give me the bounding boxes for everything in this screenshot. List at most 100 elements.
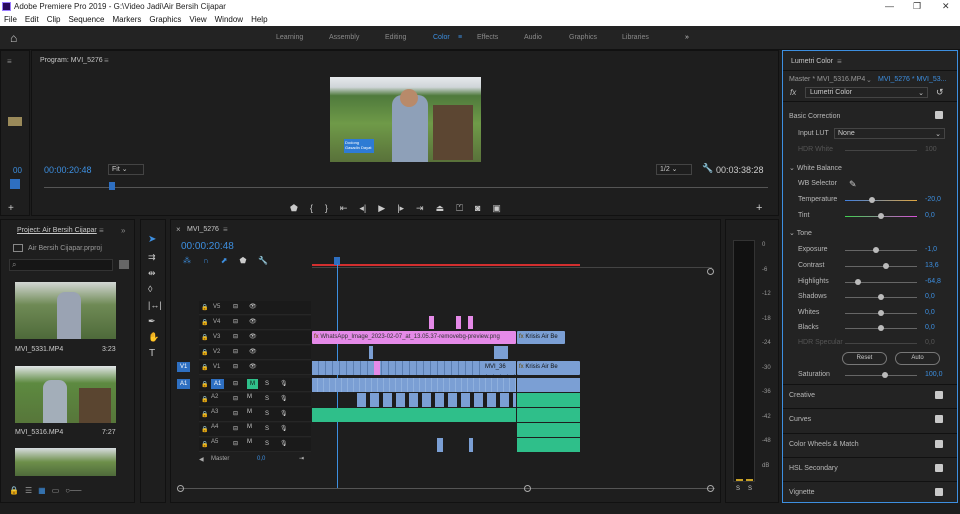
sync-lock-icon[interactable]: ⊟ bbox=[233, 395, 238, 402]
curves-header[interactable]: Curves bbox=[789, 416, 811, 423]
mute-button[interactable]: M bbox=[247, 439, 252, 445]
panel-menu-icon[interactable]: ≡ bbox=[7, 57, 12, 66]
sync-lock-icon[interactable]: ⊟ bbox=[233, 440, 238, 447]
reset-effect-icon[interactable]: ↺ bbox=[936, 87, 944, 98]
lock-icon[interactable]: 🔒 bbox=[201, 364, 208, 371]
lock-icon[interactable]: 🔒 bbox=[201, 319, 208, 326]
master-clip-label[interactable]: Master * MVI_5316.MP4 bbox=[789, 76, 865, 83]
project-search-input[interactable]: ⌕ bbox=[9, 259, 113, 271]
solo-right-button[interactable]: S bbox=[748, 486, 752, 492]
menu-window[interactable]: Window bbox=[215, 15, 243, 24]
sync-lock-icon[interactable]: ⊟ bbox=[233, 363, 238, 370]
shadows-knob[interactable] bbox=[878, 294, 884, 300]
contrast-slider[interactable] bbox=[845, 266, 917, 267]
menu-markers[interactable]: Markers bbox=[113, 15, 142, 24]
contrast-value[interactable]: 13,6 bbox=[925, 262, 939, 269]
sync-lock-icon[interactable]: ⊟ bbox=[233, 410, 238, 417]
eye-icon[interactable]: 👁 bbox=[249, 303, 257, 310]
effect-dropdown[interactable]: Lumetri Color ⌄ bbox=[805, 87, 928, 98]
audio-track-a1-clips[interactable] bbox=[312, 378, 516, 392]
microphone-icon[interactable]: 🎙 bbox=[280, 425, 288, 432]
scroll-start-knob[interactable] bbox=[177, 485, 184, 492]
close-button[interactable]: ✕ bbox=[942, 1, 950, 12]
audio-clip-a3b[interactable] bbox=[517, 408, 580, 422]
master-value[interactable]: 0,0 bbox=[257, 456, 265, 462]
color-wheels-match-checkbox[interactable] bbox=[935, 440, 943, 448]
sequence-clip-label[interactable]: MVI_5276 * MVI_53... bbox=[878, 76, 946, 83]
scroll-end-knob[interactable] bbox=[707, 485, 714, 492]
list-view-icon[interactable]: ☰ bbox=[25, 486, 32, 495]
slip-tool-icon[interactable]: |↔| bbox=[148, 300, 162, 310]
workspace-graphics[interactable]: Graphics bbox=[569, 34, 597, 41]
audio-clip-a1b[interactable] bbox=[517, 378, 580, 392]
track-name-a4[interactable]: A4 bbox=[211, 424, 218, 430]
mute-button[interactable]: M bbox=[247, 424, 252, 430]
exposure-value[interactable]: -1,0 bbox=[925, 246, 937, 253]
color-wheels-match-header[interactable]: Color Wheels & Match bbox=[789, 441, 859, 448]
sync-lock-icon[interactable]: ⊟ bbox=[233, 303, 238, 310]
workspace-editing[interactable]: Editing bbox=[385, 34, 406, 41]
track-name-a5[interactable]: A5 bbox=[211, 439, 218, 445]
exposure-knob[interactable] bbox=[872, 247, 879, 253]
freeform-view-icon[interactable]: ▭ bbox=[52, 486, 60, 495]
workspace-color[interactable]: Color bbox=[433, 34, 450, 41]
close-tab-icon[interactable]: × bbox=[176, 225, 181, 234]
tone-header[interactable]: ⌄ Tone bbox=[789, 229, 812, 237]
blacks-value[interactable]: 0,0 bbox=[925, 324, 935, 331]
razor-tool-icon[interactable]: ◊ bbox=[148, 284, 152, 294]
sync-lock-icon[interactable]: ⊟ bbox=[233, 348, 238, 355]
hand-tool-icon[interactable]: ✋ bbox=[148, 332, 159, 343]
reset-button[interactable]: Reset bbox=[842, 352, 887, 365]
source-playhead[interactable] bbox=[10, 179, 20, 189]
solo-left-button[interactable]: S bbox=[736, 486, 740, 492]
graphic-clip-v4[interactable] bbox=[456, 316, 461, 329]
program-playhead[interactable] bbox=[109, 182, 115, 190]
eyedropper-icon[interactable]: ✎ bbox=[849, 179, 857, 190]
audio-clip-a2b[interactable] bbox=[517, 393, 580, 407]
add-button-icon[interactable]: + bbox=[8, 203, 14, 214]
selection-tool-icon[interactable]: ➤ bbox=[148, 234, 156, 245]
saturation-value[interactable]: 100,0 bbox=[925, 371, 943, 378]
resolution-dropdown[interactable]: 1/2 ⌄ bbox=[656, 164, 692, 175]
sync-lock-icon[interactable]: ⊟ bbox=[233, 425, 238, 432]
timeline-title[interactable]: MVI_5276 bbox=[187, 226, 219, 233]
home-icon[interactable]: ⌂ bbox=[10, 31, 17, 45]
export-frame-icon[interactable]: ◙ bbox=[475, 203, 480, 214]
step-forward-icon[interactable]: |▸ bbox=[397, 203, 404, 214]
exposure-slider[interactable] bbox=[845, 250, 917, 251]
eye-icon[interactable]: 👁 bbox=[249, 318, 257, 325]
clip-thumbnail-1[interactable] bbox=[15, 282, 116, 339]
lift-icon[interactable]: ⏏ bbox=[436, 203, 445, 214]
eye-icon[interactable]: 👁 bbox=[249, 333, 257, 340]
video-clip-v2[interactable] bbox=[494, 346, 508, 359]
icon-view-icon[interactable]: ▦ bbox=[38, 486, 46, 495]
eye-icon[interactable]: 👁 bbox=[249, 348, 257, 355]
go-to-in-icon[interactable]: ⇤ bbox=[340, 203, 348, 214]
clip-thumbnail-2[interactable] bbox=[15, 366, 116, 423]
whites-value[interactable]: 0,0 bbox=[925, 309, 935, 316]
timeline-scrollbar[interactable] bbox=[179, 488, 715, 489]
lock-icon[interactable]: 🔒 bbox=[201, 304, 208, 311]
video-clip-v2[interactable] bbox=[369, 346, 373, 359]
shadows-value[interactable]: 0,0 bbox=[925, 293, 935, 300]
mute-button[interactable]: M bbox=[247, 409, 252, 415]
go-to-out-icon[interactable]: ⇥ bbox=[416, 203, 424, 214]
blacks-knob[interactable] bbox=[878, 325, 884, 331]
contrast-knob[interactable] bbox=[883, 263, 890, 269]
solo-button[interactable]: S bbox=[265, 426, 269, 432]
menu-edit[interactable]: Edit bbox=[25, 15, 39, 24]
add-marker-icon[interactable]: ⬟ bbox=[239, 256, 246, 265]
eye-icon[interactable]: 👁 bbox=[249, 363, 257, 370]
audio-clip-a5[interactable] bbox=[469, 438, 473, 452]
fit-dropdown[interactable]: Fit ⌄ bbox=[108, 164, 144, 175]
scroll-mid-knob[interactable] bbox=[524, 485, 531, 492]
basic-correction-checkbox[interactable] bbox=[935, 111, 943, 119]
highlights-knob[interactable] bbox=[854, 279, 861, 285]
mark-in-icon[interactable]: { bbox=[310, 203, 313, 214]
ripple-edit-tool-icon[interactable]: ⇹ bbox=[148, 268, 156, 279]
microphone-icon[interactable]: 🎙 bbox=[280, 440, 288, 447]
video-clip-v1b[interactable]: fx Krisis Air Be bbox=[517, 361, 580, 375]
type-tool-icon[interactable]: T bbox=[149, 348, 155, 359]
temperature-value[interactable]: -20,0 bbox=[925, 196, 941, 203]
lock-icon[interactable]: 🔒 bbox=[201, 426, 208, 433]
